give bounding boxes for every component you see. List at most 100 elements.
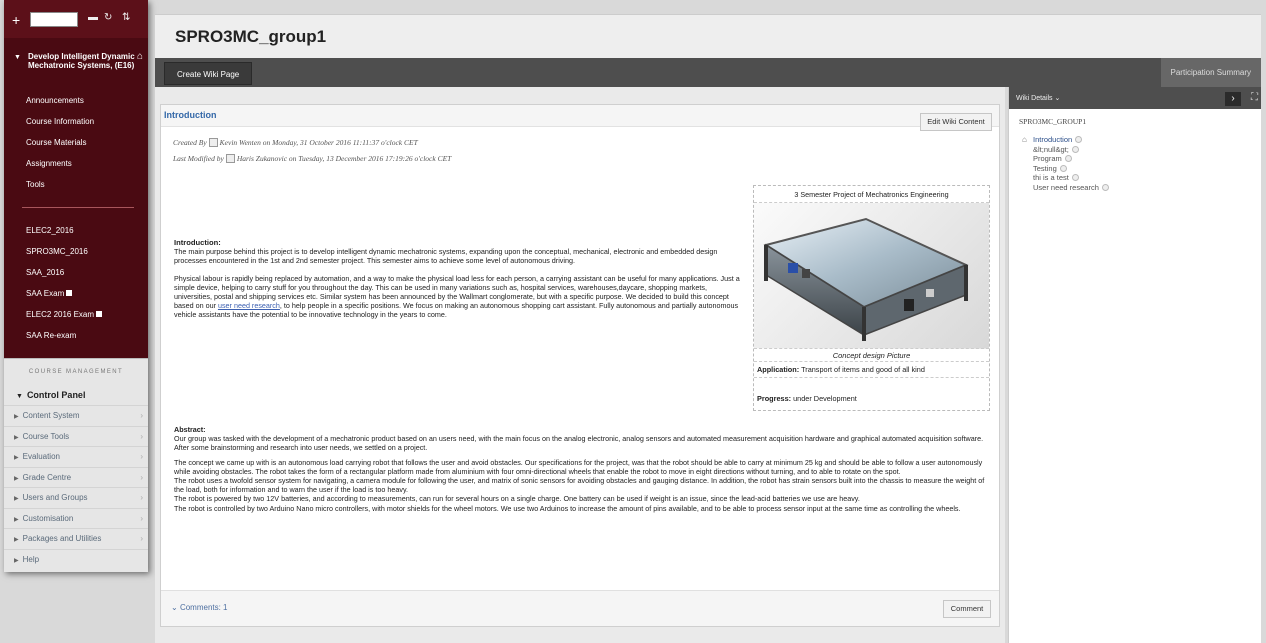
- control-panel-item[interactable]: ▶ Customisation ›: [4, 507, 148, 529]
- wiki-details-header: Wiki Details ⌄ › ⛶: [1009, 87, 1261, 109]
- introduction-heading: Introduction:: [174, 238, 221, 247]
- edit-wiki-content-button[interactable]: Edit Wiki Content: [920, 113, 992, 131]
- expand-triangle-icon: ▶: [14, 434, 19, 441]
- options-menu-icon[interactable]: [1071, 174, 1079, 181]
- control-panel-item-label: Help: [22, 554, 40, 564]
- wiki-details-panel: Wiki Details ⌄ › ⛶ SPRO3MC_GROUP1 ⌂ Intro…: [1008, 87, 1261, 643]
- comments-toggle[interactable]: ⌄ Comments: 1: [171, 603, 228, 612]
- menu-item[interactable]: Course Materials: [4, 132, 148, 153]
- options-menu-icon[interactable]: [1064, 155, 1072, 162]
- menu-item-label: Assignments: [26, 159, 72, 168]
- options-menu-icon[interactable]: [1075, 136, 1083, 143]
- home-page-icon: ⌂: [1022, 135, 1027, 144]
- expand-triangle-icon: ▶: [14, 496, 19, 502]
- abstract-text: The robot is powered by two 12V batterie…: [174, 494, 860, 504]
- control-panel-list: ▶ Content System › ▶ Course Tools › ▶ Evaluatio…: [4, 405, 148, 569]
- wiki-page-link[interactable]: ⌂ Introduction: [1022, 135, 1109, 145]
- folder-view-icon[interactable]: ▬: [88, 12, 98, 23]
- collapse-panel-icon[interactable]: ›: [1225, 92, 1241, 106]
- menu-item[interactable]: Course Information: [4, 111, 148, 132]
- modified-by-label: Last Modified by: [173, 154, 224, 163]
- control-panel-item-label: Customisation: [22, 513, 74, 523]
- group-name: SPRO3MC_GROUP1: [1019, 117, 1087, 126]
- menu-item[interactable]: Tools: [4, 174, 148, 195]
- action-bar: Create Wiki Page Participation Summary: [155, 58, 1261, 87]
- menu-item[interactable]: Announcements: [4, 90, 148, 111]
- control-panel-item[interactable]: ▶ Content System ›: [4, 405, 148, 426]
- user-need-research-link[interactable]: user need research: [218, 301, 280, 310]
- expand-triangle-icon: ▶: [14, 455, 19, 461]
- control-panel-item[interactable]: ▶ Users and Groups ›: [4, 487, 148, 508]
- abstract-heading: Abstract:: [174, 425, 206, 434]
- abstract-paragraph: Our group was tasked with the developmen…: [174, 434, 984, 453]
- intro-paragraph: The main purpose behind this project is …: [174, 247, 718, 266]
- wiki-details-menu[interactable]: Wiki Details ⌄: [1016, 94, 1060, 102]
- control-panel-item[interactable]: ▶ Grade Centre ›: [4, 466, 148, 488]
- create-wiki-page-button[interactable]: Create Wiki Page: [164, 62, 253, 85]
- comment-button[interactable]: Comment: [943, 600, 991, 618]
- sort-icon[interactable]: ⇅: [122, 12, 130, 23]
- page-title: SPRO3MC_group1: [175, 27, 327, 46]
- course-link[interactable]: SAA_2016: [4, 262, 148, 283]
- refresh-icon[interactable]: ↻: [104, 12, 112, 23]
- control-panel-item[interactable]: ▶ Packages and Utilities ›: [4, 528, 148, 549]
- course-title-menu[interactable]: ▼ Develop Intelligent Dynamic Mechatroni…: [4, 38, 148, 90]
- comments-count: Comments: 1: [179, 603, 228, 612]
- sidebar-search-input[interactable]: [30, 12, 78, 27]
- wiki-page-link[interactable]: Program: [1022, 154, 1109, 164]
- progress-label: Progress:: [757, 394, 792, 403]
- control-panel-item-label: Users and Groups: [22, 493, 88, 502]
- robot-render: [763, 217, 969, 341]
- participation-summary-button[interactable]: Participation Summary: [1160, 58, 1261, 87]
- chevron-down-icon: ⌄: [1054, 95, 1061, 102]
- options-menu-icon[interactable]: [1059, 164, 1067, 172]
- control-panel-header[interactable]: ▼ Control Panel: [4, 385, 148, 405]
- course-link[interactable]: SAA Exam: [4, 283, 148, 304]
- abstract-text: The robot uses a twofold sensor system f…: [174, 476, 985, 495]
- wiki-page-link[interactable]: thi is a test: [1022, 173, 1109, 183]
- course-link[interactable]: SAA Re-exam: [4, 325, 148, 346]
- wiki-page-label: Introduction: [1033, 135, 1073, 144]
- chevron-right-icon: ›: [140, 411, 143, 420]
- course-link-label: SAA Exam: [26, 289, 65, 298]
- menu-item-label: Course Materials: [26, 138, 87, 147]
- external-link-icon: [96, 311, 103, 317]
- course-link[interactable]: ELEC2 2016 Exam: [4, 304, 148, 325]
- control-panel-item[interactable]: ▶ Evaluation ›: [4, 446, 148, 467]
- modified-by-text: Haris Zukanovic on Tuesday, 13 December …: [236, 154, 452, 163]
- course-sidebar: + ▬ ↻ ⇅ ▼ Develop Intelligent Dynamic Me…: [4, 0, 148, 572]
- collapse-triangle-icon[interactable]: ▼: [14, 53, 21, 62]
- add-menu-item-icon[interactable]: +: [12, 12, 20, 28]
- chevron-right-icon: ›: [140, 452, 143, 461]
- course-link[interactable]: ELEC2_2016: [4, 220, 148, 241]
- options-menu-icon[interactable]: [1071, 145, 1079, 153]
- fullscreen-icon[interactable]: ⛶: [1251, 92, 1258, 103]
- wiki-page-link[interactable]: Testing: [1022, 164, 1109, 174]
- course-link[interactable]: SPRO3MC_2016: [4, 241, 148, 262]
- control-panel-item-label: Grade Centre: [22, 472, 72, 482]
- options-menu-icon[interactable]: [1101, 183, 1109, 191]
- application-label: Application:: [757, 365, 800, 374]
- wiki-page-tree: ⌂ Introduction &lt;null&gt; Program Testing t…: [1022, 135, 1109, 192]
- page-header: SPRO3MC_group1: [155, 14, 1261, 58]
- wiki-page-link[interactable]: User need research: [1022, 183, 1109, 193]
- course-link-label: SAA Re-exam: [26, 331, 77, 340]
- control-panel-item-label: Course Tools: [22, 431, 70, 441]
- chevron-right-icon: ›: [140, 513, 143, 523]
- intro-paragraph-2: Physical labour is rapidly being replace…: [174, 274, 744, 320]
- home-icon[interactable]: ⌂: [137, 52, 143, 62]
- control-panel-label: Control Panel: [26, 390, 86, 400]
- wiki-page: Introduction Edit Wiki Content Created B…: [160, 104, 1000, 627]
- created-by-label: Created By: [173, 138, 207, 147]
- wiki-page-label: thi is a test: [1033, 173, 1069, 182]
- abstract-paragraph: The robot uses a twofold sensor system f…: [174, 476, 994, 494]
- comments-bar: ⌄ Comments: 1 Comment: [161, 590, 999, 626]
- course-link-label: SAA_2016: [26, 268, 65, 277]
- expand-triangle-icon: ▶: [14, 475, 19, 482]
- project-info-box: 3 Semester Project of Mechatronics Engin…: [753, 185, 990, 411]
- control-panel-item[interactable]: ▶ Help: [4, 548, 148, 570]
- menu-item[interactable]: Assignments: [4, 153, 148, 174]
- control-panel-item[interactable]: ▶ Course Tools ›: [4, 425, 148, 447]
- wiki-page-label: &lt;null&gt;: [1033, 144, 1069, 154]
- wiki-page-link[interactable]: &lt;null&gt;: [1022, 145, 1109, 155]
